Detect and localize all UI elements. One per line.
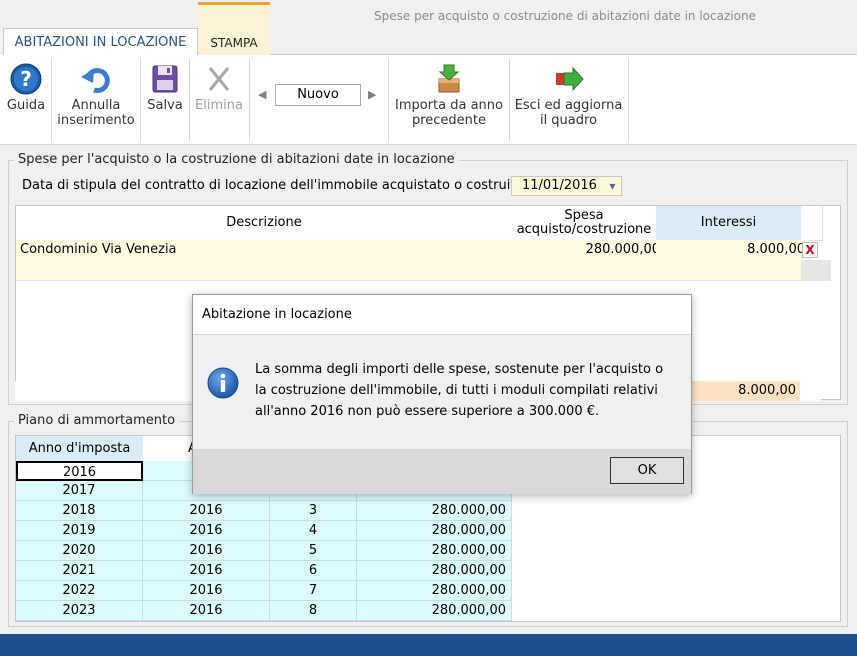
cell-actions-new <box>801 260 831 281</box>
ammortamento-group-title: Piano di ammortamento <box>14 413 180 428</box>
ribbon-separator <box>189 59 190 141</box>
cell-spesa[interactable]: 280.000,00 <box>512 240 665 261</box>
esci-label-1: Esci ed aggiorna <box>514 98 623 113</box>
esci-aggiorna-quadro-button[interactable]: Esci ed aggiorna il quadro <box>512 55 625 145</box>
import-box-icon <box>433 63 465 95</box>
dialog-message-line3: all'anno 2016 non può essere superiore a… <box>255 404 600 419</box>
elimina-button[interactable]: Elimina <box>192 55 246 145</box>
ammortamento-cell-anno[interactable]: 2017 <box>16 481 143 501</box>
ribbon-toolbar: ? Guida Annulla inserimento Salva Elimin… <box>0 55 857 145</box>
ammortamento-cell-rata[interactable]: 3 <box>270 501 357 521</box>
cell-interessi[interactable]: 8.000,00 <box>656 240 810 261</box>
ammortamento-cell-anno_inizio[interactable]: 2016 <box>143 581 270 601</box>
ammortamento-cell-anno[interactable]: 2022 <box>16 581 143 601</box>
ammortamento-cell-rata[interactable]: 8 <box>270 601 357 621</box>
dialog-message: La somma degli importi delle spese, sost… <box>255 359 680 422</box>
ammortamento-cell-anno_inizio[interactable]: 2016 <box>143 561 270 581</box>
ammortamento-cell-importo[interactable]: 280.000,00 <box>357 561 512 581</box>
ammortamento-cell-anno[interactable]: 2020 <box>16 541 143 561</box>
annulla-label-2: inserimento <box>57 113 135 128</box>
alert-dialog: Abitazione in locazione La somma degli i… <box>192 294 692 494</box>
col-header-spesa-line2: acquisto/costruzione <box>516 222 652 237</box>
delete-x-icon <box>203 63 235 95</box>
cell-interessi-new[interactable] <box>656 260 810 281</box>
guida-button[interactable]: ? Guida <box>3 55 49 145</box>
chevron-down-icon[interactable]: ▼ <box>605 179 620 194</box>
ribbon-separator <box>628 59 629 141</box>
info-icon <box>207 367 239 399</box>
importa-label-1: Importa da anno <box>395 98 503 113</box>
cell-spesa-new[interactable] <box>512 260 665 281</box>
ammortamento-cell-anno_inizio[interactable]: 2016 <box>143 521 270 541</box>
dialog-footer: OK <box>193 449 691 494</box>
ammortamento-cell-importo[interactable]: 280.000,00 <box>357 581 512 601</box>
dialog-message-line2: la costruzione dell'immobile, di tutti i… <box>255 383 658 398</box>
record-nav-display[interactable]: Nuovo <box>275 84 361 106</box>
window-title: Spese per acquisto o costruzione di abit… <box>374 9 756 23</box>
ammortamento-cell-rata[interactable]: 5 <box>270 541 357 561</box>
ammortamento-cell-anno[interactable]: 2023 <box>16 601 143 621</box>
ammortamento-cell-anno_inizio[interactable]: 2016 <box>143 541 270 561</box>
col-header-anno-imposta: Anno d'imposta <box>16 436 144 461</box>
ribbon-separator <box>51 59 52 141</box>
ribbon-separator <box>140 59 141 141</box>
ammortamento-cell-importo[interactable]: 280.000,00 <box>357 601 512 621</box>
cell-descrizione[interactable]: Condominio Via Venezia <box>16 240 521 261</box>
importa-anno-precedente-button[interactable]: Importa da anno precedente <box>392 55 506 145</box>
svg-text:?: ? <box>20 67 32 91</box>
col-header-spesa: Spesa acquisto/costruzione <box>512 206 657 244</box>
annulla-label-1: Annulla <box>71 98 121 113</box>
esci-label-2: il quadro <box>539 113 598 128</box>
salva-button[interactable]: Salva <box>143 55 187 145</box>
nav-next-icon[interactable]: ▶ <box>368 88 378 102</box>
col-header-actions <box>801 206 823 241</box>
status-bar <box>0 634 857 656</box>
annulla-inserimento-button[interactable]: Annulla inserimento <box>55 55 137 145</box>
help-icon: ? <box>10 63 42 95</box>
col-header-descrizione: Descrizione <box>16 206 513 241</box>
col-header-spesa-line1: Spesa <box>564 208 604 223</box>
ammortamento-cell-anno[interactable]: 2018 <box>16 501 143 521</box>
tab-stampa[interactable]: STAMPA <box>198 2 270 55</box>
save-disk-icon <box>149 63 181 95</box>
cell-descrizione-new[interactable] <box>16 260 521 281</box>
ribbon-separator <box>249 59 250 141</box>
col-header-interessi: Interessi <box>656 206 802 241</box>
ammortamento-cell-rata[interactable]: 6 <box>270 561 357 581</box>
ammortamento-cell-rata[interactable]: 7 <box>270 581 357 601</box>
ribbon-separator <box>388 59 389 141</box>
ammortamento-cell-importo[interactable]: 280.000,00 <box>357 501 512 521</box>
delete-row-button[interactable]: X <box>802 242 818 258</box>
ammortamento-cell-anno_inizio[interactable]: 2016 <box>143 601 270 621</box>
nav-prev-icon[interactable]: ◀ <box>258 88 268 102</box>
importa-label-2: precedente <box>411 113 487 128</box>
ammortamento-cell-anno[interactable]: 2016 <box>16 461 143 481</box>
ribbon-separator <box>509 59 510 141</box>
ammortamento-cell-rata[interactable]: 4 <box>270 521 357 541</box>
guida-label: Guida <box>6 98 46 113</box>
ammortamento-cell-importo[interactable]: 280.000,00 <box>357 521 512 541</box>
dialog-body: La somma degli importi delle spese, sost… <box>193 335 691 449</box>
ammortamento-cell-anno[interactable]: 2021 <box>16 561 143 581</box>
ok-button[interactable]: OK <box>610 457 684 484</box>
ammortamento-cell-anno[interactable]: 2019 <box>16 521 143 541</box>
ammortamento-cell-importo[interactable]: 280.000,00 <box>357 541 512 561</box>
dialog-title: Abitazione in locazione <box>193 295 691 335</box>
tab-abitazioni-in-locazione[interactable]: ABITAZIONI IN LOCAZIONE <box>3 28 198 55</box>
ammortamento-cell-anno_inizio[interactable]: 2016 <box>143 501 270 521</box>
undo-icon <box>80 63 112 95</box>
elimina-label: Elimina <box>195 98 243 113</box>
salva-label: Salva <box>147 98 183 113</box>
spese-group-title: Spese per l'acquisto o la costruzione di… <box>14 152 459 167</box>
dialog-message-line1: La somma degli importi delle spese, sost… <box>255 362 664 377</box>
exit-arrow-icon <box>553 63 585 95</box>
data-stipula-label: Data di stipula del contratto di locazio… <box>22 178 524 193</box>
